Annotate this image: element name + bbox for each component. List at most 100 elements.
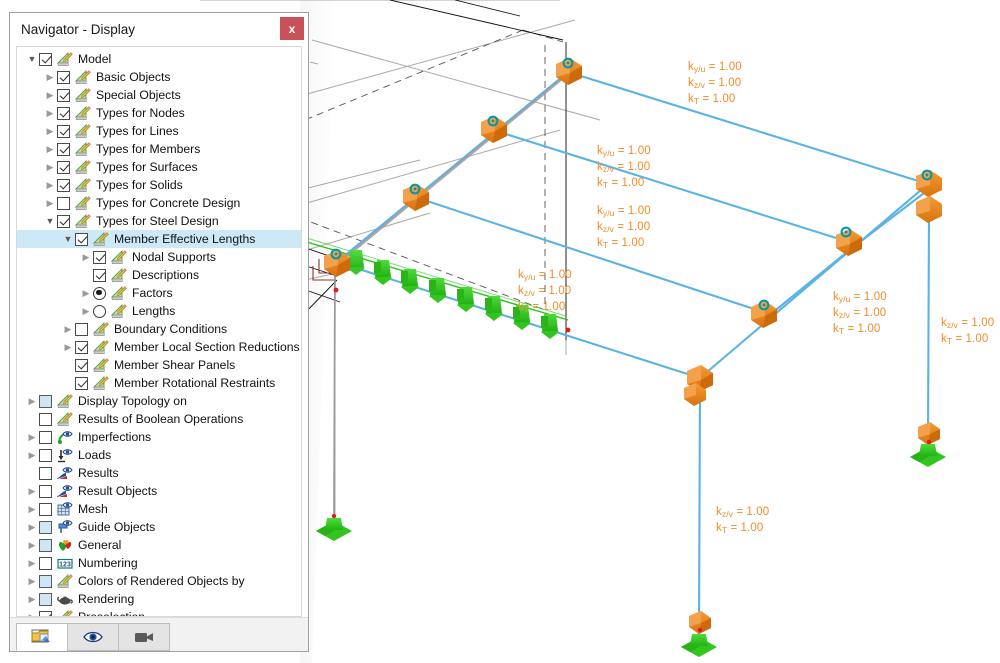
tree-item-mesh[interactable]: ▶Mesh xyxy=(17,500,301,518)
checkbox[interactable] xyxy=(75,377,88,390)
tree-item-basic-objects[interactable]: ▶Basic Objects xyxy=(17,68,301,86)
radio-button[interactable] xyxy=(93,287,106,300)
checkbox[interactable] xyxy=(39,521,52,534)
checkbox[interactable] xyxy=(75,341,88,354)
navigator-tree[interactable]: ▼Model▶Basic Objects▶Special Objects▶Typ… xyxy=(17,47,301,617)
tree-item-guide-objects[interactable]: ▶Guide Objects xyxy=(17,518,301,536)
checkbox[interactable] xyxy=(93,269,106,282)
tree-item-types-for-members[interactable]: ▶Types for Members xyxy=(17,140,301,158)
tree-item-display-topology-on[interactable]: ▶Display Topology on xyxy=(17,392,301,410)
tree-item-factors[interactable]: ▶Factors xyxy=(17,284,301,302)
chevron-right-icon[interactable]: ▶ xyxy=(43,145,57,154)
chevron-right-icon[interactable]: ▶ xyxy=(25,613,39,618)
chevron-right-icon[interactable]: ▶ xyxy=(25,577,39,586)
chevron-down-icon[interactable]: ▼ xyxy=(61,235,75,244)
close-icon[interactable]: x xyxy=(280,17,304,40)
tree-item-types-for-steel-design[interactable]: ▼Types for Steel Design xyxy=(17,212,301,230)
checkbox[interactable] xyxy=(39,449,52,462)
chevron-right-icon[interactable]: ▶ xyxy=(25,487,39,496)
chevron-right-icon[interactable]: ▶ xyxy=(43,109,57,118)
tree-item-types-for-lines[interactable]: ▶Types for Lines xyxy=(17,122,301,140)
tree-item-member-local-section-reductions[interactable]: ▶Member Local Section Reductions xyxy=(17,338,301,356)
checkbox[interactable] xyxy=(57,107,70,120)
chevron-right-icon[interactable]: ▶ xyxy=(61,325,75,334)
tab-views[interactable] xyxy=(118,623,170,651)
checkbox[interactable] xyxy=(57,125,70,138)
navigator-tree-container[interactable]: ▼Model▶Basic Objects▶Special Objects▶Typ… xyxy=(16,46,302,617)
checkbox[interactable] xyxy=(75,359,88,372)
checkbox[interactable] xyxy=(75,323,88,336)
checkbox[interactable] xyxy=(57,143,70,156)
chevron-right-icon[interactable]: ▶ xyxy=(43,199,57,208)
tree-item-types-for-nodes[interactable]: ▶Types for Nodes xyxy=(17,104,301,122)
tree-item-results-of-boolean-operations[interactable]: Results of Boolean Operations xyxy=(17,410,301,428)
checkbox[interactable] xyxy=(39,539,52,552)
checkbox[interactable] xyxy=(93,251,106,264)
chevron-right-icon[interactable]: ▶ xyxy=(25,433,39,442)
checkbox[interactable] xyxy=(39,467,52,480)
chevron-right-icon[interactable]: ▶ xyxy=(43,127,57,136)
tree-item-member-rotational-restraints[interactable]: Member Rotational Restraints xyxy=(17,374,301,392)
tree-item-lengths[interactable]: ▶Lengths xyxy=(17,302,301,320)
chevron-right-icon[interactable]: ▶ xyxy=(25,505,39,514)
radio-button[interactable] xyxy=(93,305,106,318)
chevron-right-icon[interactable]: ▶ xyxy=(25,541,39,550)
checkbox[interactable] xyxy=(57,89,70,102)
checkbox[interactable] xyxy=(57,71,70,84)
chevron-right-icon[interactable]: ▶ xyxy=(79,307,93,316)
tree-item-rendering[interactable]: ▶Rendering xyxy=(17,590,301,608)
checkbox[interactable] xyxy=(39,611,52,618)
tab-project-navigator[interactable] xyxy=(16,623,68,651)
checkbox[interactable] xyxy=(39,395,52,408)
chevron-right-icon[interactable]: ▶ xyxy=(25,523,39,532)
checkbox[interactable] xyxy=(57,197,70,210)
navigator-tab-strip[interactable] xyxy=(10,617,308,651)
chevron-right-icon[interactable]: ▶ xyxy=(61,343,75,352)
tree-item-descriptions[interactable]: Descriptions xyxy=(17,266,301,284)
tree-item-member-effective-lengths[interactable]: ▼Member Effective Lengths xyxy=(17,230,301,248)
tree-item-nodal-supports[interactable]: ▶Nodal Supports xyxy=(17,248,301,266)
chevron-right-icon[interactable]: ▶ xyxy=(25,595,39,604)
chevron-right-icon[interactable]: ▶ xyxy=(43,163,57,172)
checkbox[interactable] xyxy=(39,431,52,444)
tree-item-types-for-surfaces[interactable]: ▶Types for Surfaces xyxy=(17,158,301,176)
tree-item-types-for-solids[interactable]: ▶Types for Solids xyxy=(17,176,301,194)
checkbox[interactable] xyxy=(57,161,70,174)
chevron-right-icon[interactable]: ▶ xyxy=(25,451,39,460)
tree-item-special-objects[interactable]: ▶Special Objects xyxy=(17,86,301,104)
chevron-right-icon[interactable]: ▶ xyxy=(79,289,93,298)
chevron-right-icon[interactable]: ▶ xyxy=(25,397,39,406)
tree-item-numbering[interactable]: ▶123Numbering xyxy=(17,554,301,572)
tree-item-general[interactable]: ▶General xyxy=(17,536,301,554)
checkbox[interactable] xyxy=(39,413,52,426)
chevron-right-icon[interactable]: ▶ xyxy=(43,91,57,100)
checkbox[interactable] xyxy=(39,575,52,588)
chevron-right-icon[interactable]: ▶ xyxy=(43,181,57,190)
navigator-display-panel[interactable]: Navigator - Display x ▼Model▶Basic Objec… xyxy=(9,12,309,652)
checkbox[interactable] xyxy=(39,485,52,498)
checkbox[interactable] xyxy=(75,233,88,246)
tree-item-model[interactable]: ▼Model xyxy=(17,50,301,68)
tree-item-result-objects[interactable]: ▶Result Objects xyxy=(17,482,301,500)
tree-item-types-for-concrete-design[interactable]: ▶Types for Concrete Design xyxy=(17,194,301,212)
tree-item-results[interactable]: Results xyxy=(17,464,301,482)
checkbox[interactable] xyxy=(39,593,52,606)
checkbox[interactable] xyxy=(39,503,52,516)
chevron-right-icon[interactable]: ▶ xyxy=(79,253,93,262)
green-column-base-group[interactable] xyxy=(316,444,946,657)
chevron-right-icon[interactable]: ▶ xyxy=(43,73,57,82)
chevron-down-icon[interactable]: ▼ xyxy=(25,55,39,64)
chevron-down-icon[interactable]: ▼ xyxy=(43,217,57,226)
chevron-right-icon[interactable]: ▶ xyxy=(25,559,39,568)
checkbox[interactable] xyxy=(39,557,52,570)
checkbox[interactable] xyxy=(57,179,70,192)
checkbox[interactable] xyxy=(39,53,52,66)
tree-item-member-shear-panels[interactable]: Member Shear Panels xyxy=(17,356,301,374)
tree-item-boundary-conditions[interactable]: ▶Boundary Conditions xyxy=(17,320,301,338)
tree-item-imperfections[interactable]: ▶Imperfections xyxy=(17,428,301,446)
tab-display[interactable] xyxy=(67,623,119,651)
tree-item-colors-of-rendered-objects-by[interactable]: ▶Colors of Rendered Objects by xyxy=(17,572,301,590)
tree-item-preselection[interactable]: ▶Preselection xyxy=(17,608,301,617)
checkbox[interactable] xyxy=(57,215,70,228)
tree-item-loads[interactable]: ▶Loads xyxy=(17,446,301,464)
